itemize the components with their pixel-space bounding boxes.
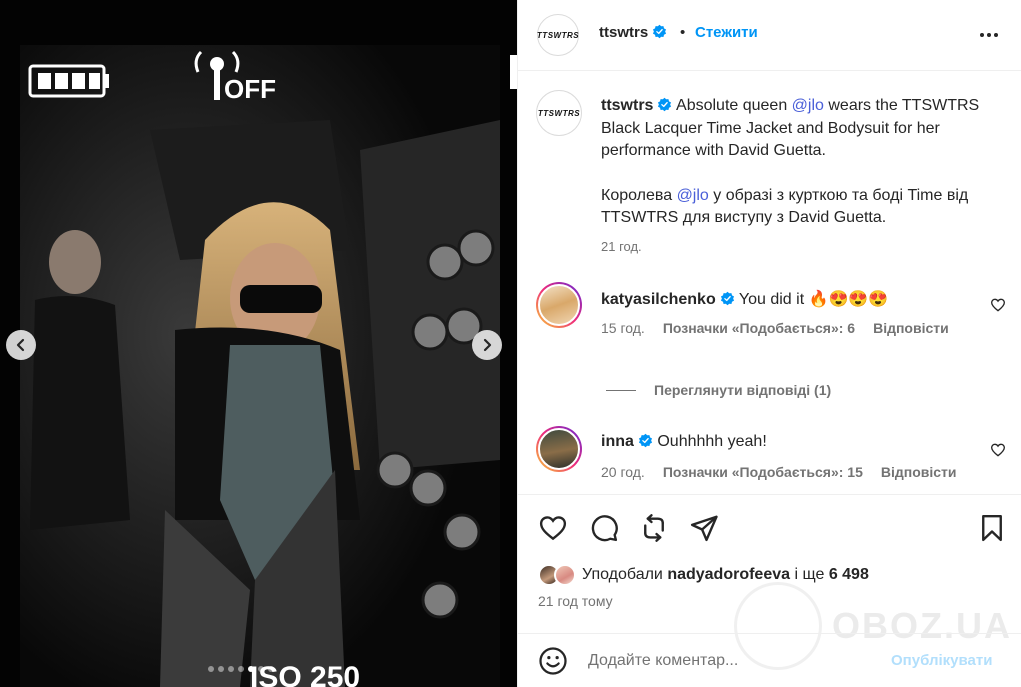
comment-avatar[interactable] [536,426,582,472]
caption-author-avatar[interactable]: TTSWTRS [536,90,582,136]
comment-username[interactable]: inna [601,433,634,450]
post-header: TTSWTRS ttswtrs • Стежити [518,0,1021,71]
brand-logo-text: TTSWTRS [536,30,580,40]
camera-iso-label: ISO 250 [250,661,360,687]
post-media[interactable]: OFF ISO 250 [0,0,517,687]
comment-reply-button[interactable]: Відповісти [881,464,957,480]
carousel-dot [228,666,234,672]
comment-timestamp[interactable]: 15 год. [601,320,645,336]
caption-timestamp[interactable]: 21 год. [601,239,642,254]
author-username-text[interactable]: ttswtrs [599,24,648,41]
publish-button[interactable]: Опублікувати [891,652,992,669]
caption-text-part: Королева [601,186,677,204]
post-photo: OFF ISO 250 [0,0,517,687]
more-icon-dot [994,33,998,37]
bookmark-icon [982,514,1002,542]
post-side-panel: TTSWTRS ttswtrs • Стежити TTSWTRS ttswtr… [517,0,1021,687]
comment-input[interactable] [588,649,878,673]
carousel-dot [258,666,264,672]
comment-username[interactable]: katyasilchenko [601,291,716,308]
comment-meta: 15 год. Позначки «Подобається»: 6 Відпов… [601,320,949,336]
carousel-prev-button[interactable] [6,330,36,360]
chevron-left-icon [16,338,25,352]
likes-suffix: і ще [790,566,829,583]
carousel-dot [268,666,274,672]
share-button[interactable] [689,513,719,543]
mention-link[interactable]: @jlo [677,187,709,204]
verified-icon [638,433,652,448]
like-button[interactable] [538,513,568,543]
chevron-right-icon [483,338,492,352]
emoji-icon[interactable] [538,646,568,676]
view-replies-label: Переглянути відповіді (1) [654,382,832,398]
comment-meta: 20 год. Позначки «Подобається»: 15 Відпо… [601,464,957,480]
carousel-dot [218,666,224,672]
verified-icon [658,97,672,112]
repost-icon [644,514,664,542]
more-options-button[interactable] [975,24,1003,46]
carousel-dot [238,666,244,672]
view-replies-line [606,389,636,391]
avatar-image [538,284,580,326]
carousel-next-button[interactable] [472,330,502,360]
view-replies-button[interactable]: Переглянути відповіді (1) [606,382,831,398]
save-button[interactable] [977,513,1007,543]
carousel-dot [248,666,254,672]
comment-icon [591,515,618,542]
verified-icon [720,291,734,306]
author-username[interactable]: ttswtrs [599,24,667,41]
avatar-image [538,428,580,470]
carousel-dots [208,666,274,672]
likes-count[interactable]: 6 498 [829,566,869,583]
comment-timestamp[interactable]: 20 год. [601,464,645,480]
post-action-bar [518,494,1021,556]
likes-summary[interactable]: Уподобали nadyadorofeeva і ще 6 498 [538,563,869,587]
post-timestamp[interactable]: 21 год тому [538,593,613,609]
repost-button[interactable] [639,513,669,543]
liker-avatar [554,564,576,586]
author-avatar[interactable]: TTSWTRS [537,14,579,56]
share-icon [690,515,718,542]
comment-like-heart-icon[interactable] [990,442,1006,458]
add-comment-bar: Опублікувати [518,633,1021,687]
comment-avatar[interactable] [536,282,582,328]
heart-icon [539,516,567,541]
brand-logo-text: TTSWTRS [537,108,581,118]
comment-likes[interactable]: Позначки «Подобається»: 15 [663,464,863,480]
more-icon [980,33,984,37]
caption-text-part: Absolute queen [672,97,792,114]
likes-text: Уподобали nadyadorofeeva і ще 6 498 [582,566,869,584]
comment-likes[interactable]: Позначки «Подобається»: 6 [663,320,855,336]
camera-wifi-label: OFF [224,74,276,104]
comment-button[interactable] [589,513,619,543]
header-separator: • [680,24,686,41]
likes-prefix: Уподобали [582,566,668,583]
comment-like-heart-icon[interactable] [990,297,1006,313]
carousel-dot [208,666,214,672]
comment-reply-button[interactable]: Відповісти [873,320,949,336]
comment-text: Ouhhhhh yeah! [657,433,767,450]
caption-author-username[interactable]: ttswtrs [601,97,653,114]
liker-username[interactable]: nadyadorofeeva [667,566,790,583]
comment-line: katyasilchenko You did it 🔥😍😍😍 [601,289,888,309]
more-icon-dot [987,33,991,37]
comment-line: inna Ouhhhhh yeah! [601,433,767,451]
mention-link[interactable]: @jlo [792,97,824,114]
comment-text: You did it 🔥😍😍😍 [738,291,889,308]
verified-icon [653,24,667,39]
follow-button[interactable]: Стежити [695,24,758,41]
caption-text: ttswtrs Absolute queen @jlo wears the TT… [601,95,1001,230]
